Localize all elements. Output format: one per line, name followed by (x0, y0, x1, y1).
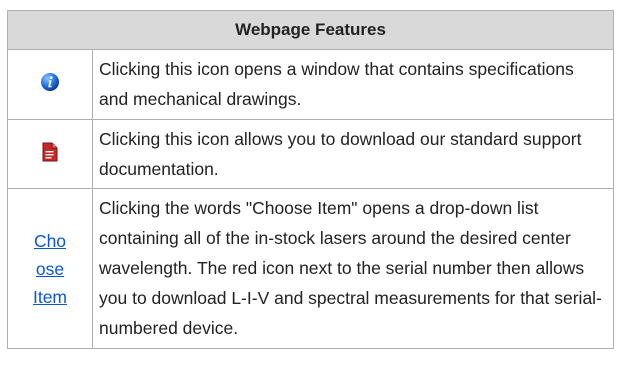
info-description: Clicking this icon opens a window that c… (92, 49, 614, 120)
choose-item-link[interactable]: Choose Item (30, 227, 70, 311)
pdf-document-icon[interactable] (42, 142, 58, 162)
table-header-row: Webpage Features (7, 10, 614, 50)
webpage-features-table: Webpage Features Clicking this icon open… (7, 10, 614, 349)
table-title: Webpage Features (7, 10, 614, 50)
table-row-info: Clicking this icon opens a window that c… (7, 49, 614, 120)
table-row-pdf: Clicking this icon allows you to downloa… (7, 119, 614, 189)
info-icon-cell (7, 49, 93, 120)
choose-item-cell: Choose Item (7, 188, 93, 349)
pdf-description: Clicking this icon allows you to downloa… (92, 119, 614, 189)
table-row-choose-item: Choose Item Clicking the words "Choose I… (7, 188, 614, 349)
choose-item-description: Clicking the words "Choose Item" opens a… (92, 188, 614, 349)
features-panel: Webpage Features Clicking this icon open… (0, 0, 622, 378)
pdf-icon-cell (7, 119, 93, 189)
info-icon[interactable] (40, 72, 60, 92)
